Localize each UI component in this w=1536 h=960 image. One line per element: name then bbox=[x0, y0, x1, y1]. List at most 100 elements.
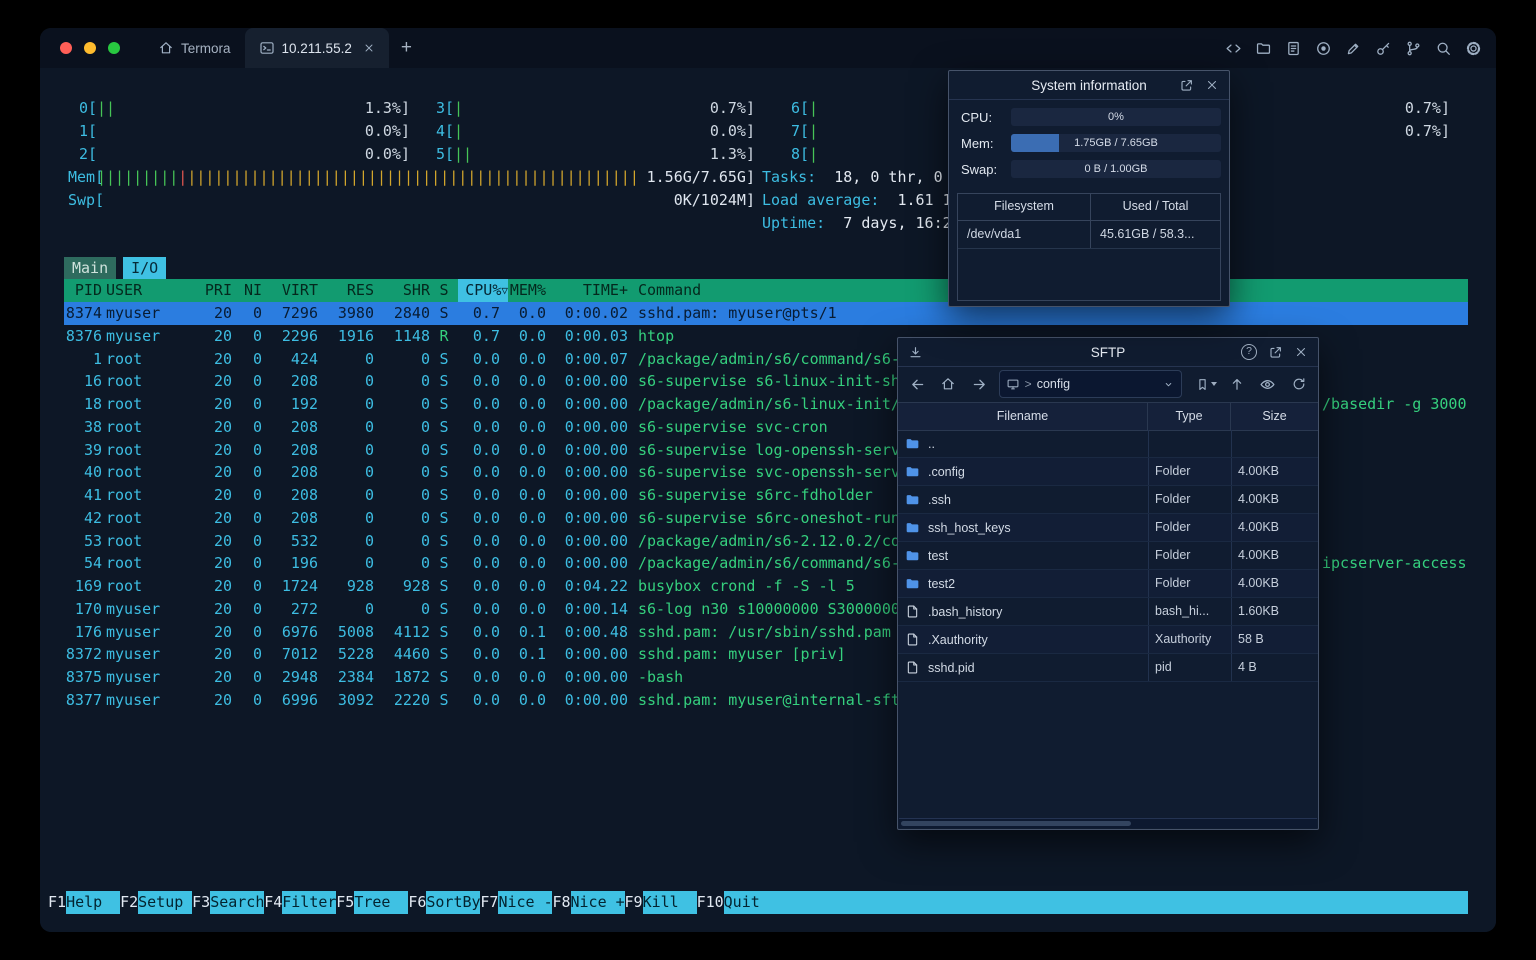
function-key[interactable]: F10 Quit bbox=[697, 891, 778, 914]
branch-icon[interactable] bbox=[1405, 40, 1422, 57]
popout-icon[interactable] bbox=[1175, 74, 1197, 96]
system-info-titlebar[interactable]: System information bbox=[949, 71, 1229, 100]
type-column[interactable]: Type bbox=[1148, 403, 1231, 430]
function-key[interactable]: F5 Tree bbox=[336, 891, 409, 914]
file-row[interactable]: ssh_host_keys Folder 4.00KB bbox=[898, 514, 1318, 542]
function-key[interactable]: F2 Setup bbox=[120, 891, 193, 914]
process-res: 0 bbox=[364, 372, 374, 391]
file-row[interactable]: .Xauthority Xauthority 58 B bbox=[898, 626, 1318, 654]
process-user: root bbox=[106, 349, 143, 368]
horizontal-scrollbar[interactable] bbox=[899, 818, 1317, 828]
edit-icon[interactable] bbox=[1345, 40, 1362, 57]
function-key-number: F5 bbox=[336, 893, 355, 911]
process-virt: 424 bbox=[290, 349, 318, 368]
tab-bar: Termora 10.211.55.2 + bbox=[40, 28, 1496, 68]
function-key[interactable]: F4 Filter bbox=[264, 891, 337, 914]
size-column[interactable]: Size bbox=[1231, 403, 1318, 430]
folder-icon[interactable] bbox=[1255, 40, 1272, 57]
column-state[interactable]: S bbox=[430, 279, 458, 302]
refresh-icon[interactable] bbox=[1287, 372, 1310, 396]
file-row[interactable]: test Folder 4.00KB bbox=[898, 542, 1318, 570]
process-res: 0 bbox=[364, 554, 374, 573]
column-cpu-sorted[interactable]: CPU% ▽ bbox=[458, 279, 508, 302]
file-row[interactable]: .. bbox=[898, 430, 1318, 458]
function-key[interactable]: F7 Nice - bbox=[480, 891, 553, 914]
file-row[interactable]: .bash_history bash_hi... 1.60KB bbox=[898, 598, 1318, 626]
column-time[interactable]: TIME+ bbox=[550, 279, 634, 302]
process-mem: 0.0 bbox=[518, 599, 546, 618]
process-row[interactable]: 8374 myuser 20 0 7296 3980 2840 S 0.7 0.… bbox=[64, 302, 1468, 325]
code-icon[interactable] bbox=[1225, 40, 1242, 57]
key-icon[interactable] bbox=[1375, 40, 1392, 57]
tab-termora-home[interactable]: Termora bbox=[144, 28, 245, 68]
close-window-button[interactable] bbox=[60, 42, 72, 54]
swap-usage-row: Swap: 0 B / 1.00GB bbox=[961, 160, 1221, 178]
sftp-titlebar[interactable]: SFTP ? bbox=[898, 338, 1318, 367]
zoom-window-button[interactable] bbox=[108, 42, 120, 54]
column-ni[interactable]: NI bbox=[232, 279, 262, 302]
bookmark-icon[interactable] bbox=[1194, 372, 1217, 396]
column-res[interactable]: RES bbox=[318, 279, 374, 302]
show-hidden-eye-icon[interactable] bbox=[1256, 372, 1279, 396]
cpu-meter-value: 0.0%] bbox=[364, 122, 410, 140]
column-pri[interactable]: PRI bbox=[202, 279, 232, 302]
stat-value: 7 days, 16:2 bbox=[843, 214, 952, 232]
help-icon[interactable]: ? bbox=[1238, 341, 1260, 363]
popout-icon[interactable] bbox=[1264, 341, 1286, 363]
file-icon bbox=[905, 604, 920, 619]
cpu-meter-bars: || bbox=[454, 145, 473, 163]
column-virt[interactable]: VIRT bbox=[262, 279, 318, 302]
close-panel-icon[interactable] bbox=[1201, 74, 1223, 96]
record-icon[interactable] bbox=[1315, 40, 1332, 57]
process-ni: 0 bbox=[252, 508, 262, 527]
function-key-number: F8 bbox=[552, 893, 571, 911]
swap-usage-bar: 0 B / 1.00GB bbox=[1011, 160, 1221, 178]
filesystem-name: /dev/vda1 bbox=[958, 221, 1091, 248]
path-breadcrumb[interactable]: > config bbox=[998, 370, 1183, 398]
tabs: Termora 10.211.55.2 + bbox=[144, 28, 424, 68]
swap-meter: Swp[ 0K/1024M] bbox=[68, 189, 755, 212]
process-virt: 6996 bbox=[281, 690, 318, 709]
cpu-meter: 1[ 0.0%] bbox=[68, 120, 410, 143]
function-key[interactable]: F8 Nice + bbox=[552, 891, 625, 914]
function-key[interactable]: F3 Search bbox=[192, 891, 265, 914]
scrollbar-thumb[interactable] bbox=[901, 821, 1131, 826]
cpu-meter-bars: | bbox=[809, 122, 819, 140]
snippets-icon[interactable] bbox=[1285, 40, 1302, 57]
filesystem-row[interactable]: /dev/vda1 45.61GB / 58.3... bbox=[958, 221, 1220, 249]
process-res: 3980 bbox=[337, 304, 374, 322]
filename-column[interactable]: Filename bbox=[898, 403, 1148, 430]
file-row[interactable]: .ssh Folder 4.00KB bbox=[898, 486, 1318, 514]
htop-screen-tab[interactable]: Main bbox=[64, 257, 117, 279]
swap-meter-label: Swp[ bbox=[68, 191, 105, 209]
process-shr: 0 bbox=[420, 463, 430, 482]
file-row[interactable]: sshd.pid pid 4 B bbox=[898, 654, 1318, 682]
function-key[interactable]: F1 Help bbox=[48, 891, 121, 914]
close-panel-icon[interactable] bbox=[1290, 341, 1312, 363]
function-key-number: F6 bbox=[408, 893, 427, 911]
transfers-icon[interactable] bbox=[904, 341, 926, 363]
file-list: .. .config Folder 4.00KB .ssh Folder 4.0… bbox=[898, 430, 1318, 818]
forward-icon[interactable] bbox=[968, 372, 991, 396]
up-directory-icon[interactable] bbox=[1225, 372, 1248, 396]
chevron-down-icon[interactable] bbox=[1162, 378, 1175, 391]
function-key[interactable]: F6 SortBy bbox=[408, 891, 481, 914]
file-row[interactable]: test2 Folder 4.00KB bbox=[898, 570, 1318, 598]
column-user[interactable]: USER bbox=[102, 279, 202, 302]
file-row[interactable]: .config Folder 4.00KB bbox=[898, 458, 1318, 486]
new-tab-button[interactable]: + bbox=[389, 28, 424, 68]
back-icon[interactable] bbox=[906, 372, 929, 396]
htop-screen-tab[interactable]: I/O bbox=[123, 257, 167, 279]
column-pid[interactable]: PID bbox=[64, 279, 102, 302]
search-icon[interactable] bbox=[1435, 40, 1452, 57]
settings-gear-icon[interactable] bbox=[1465, 40, 1482, 57]
tab-session[interactable]: 10.211.55.2 bbox=[244, 28, 389, 68]
column-mem[interactable]: MEM% bbox=[508, 279, 550, 302]
process-cpu: 0.7 bbox=[472, 304, 500, 322]
close-tab-icon[interactable] bbox=[363, 42, 375, 54]
function-key[interactable]: F9 Kill bbox=[625, 891, 697, 914]
home-icon[interactable] bbox=[937, 372, 960, 396]
minimize-window-button[interactable] bbox=[84, 42, 96, 54]
column-shr[interactable]: SHR bbox=[374, 279, 430, 302]
process-virt: 7012 bbox=[281, 645, 318, 664]
